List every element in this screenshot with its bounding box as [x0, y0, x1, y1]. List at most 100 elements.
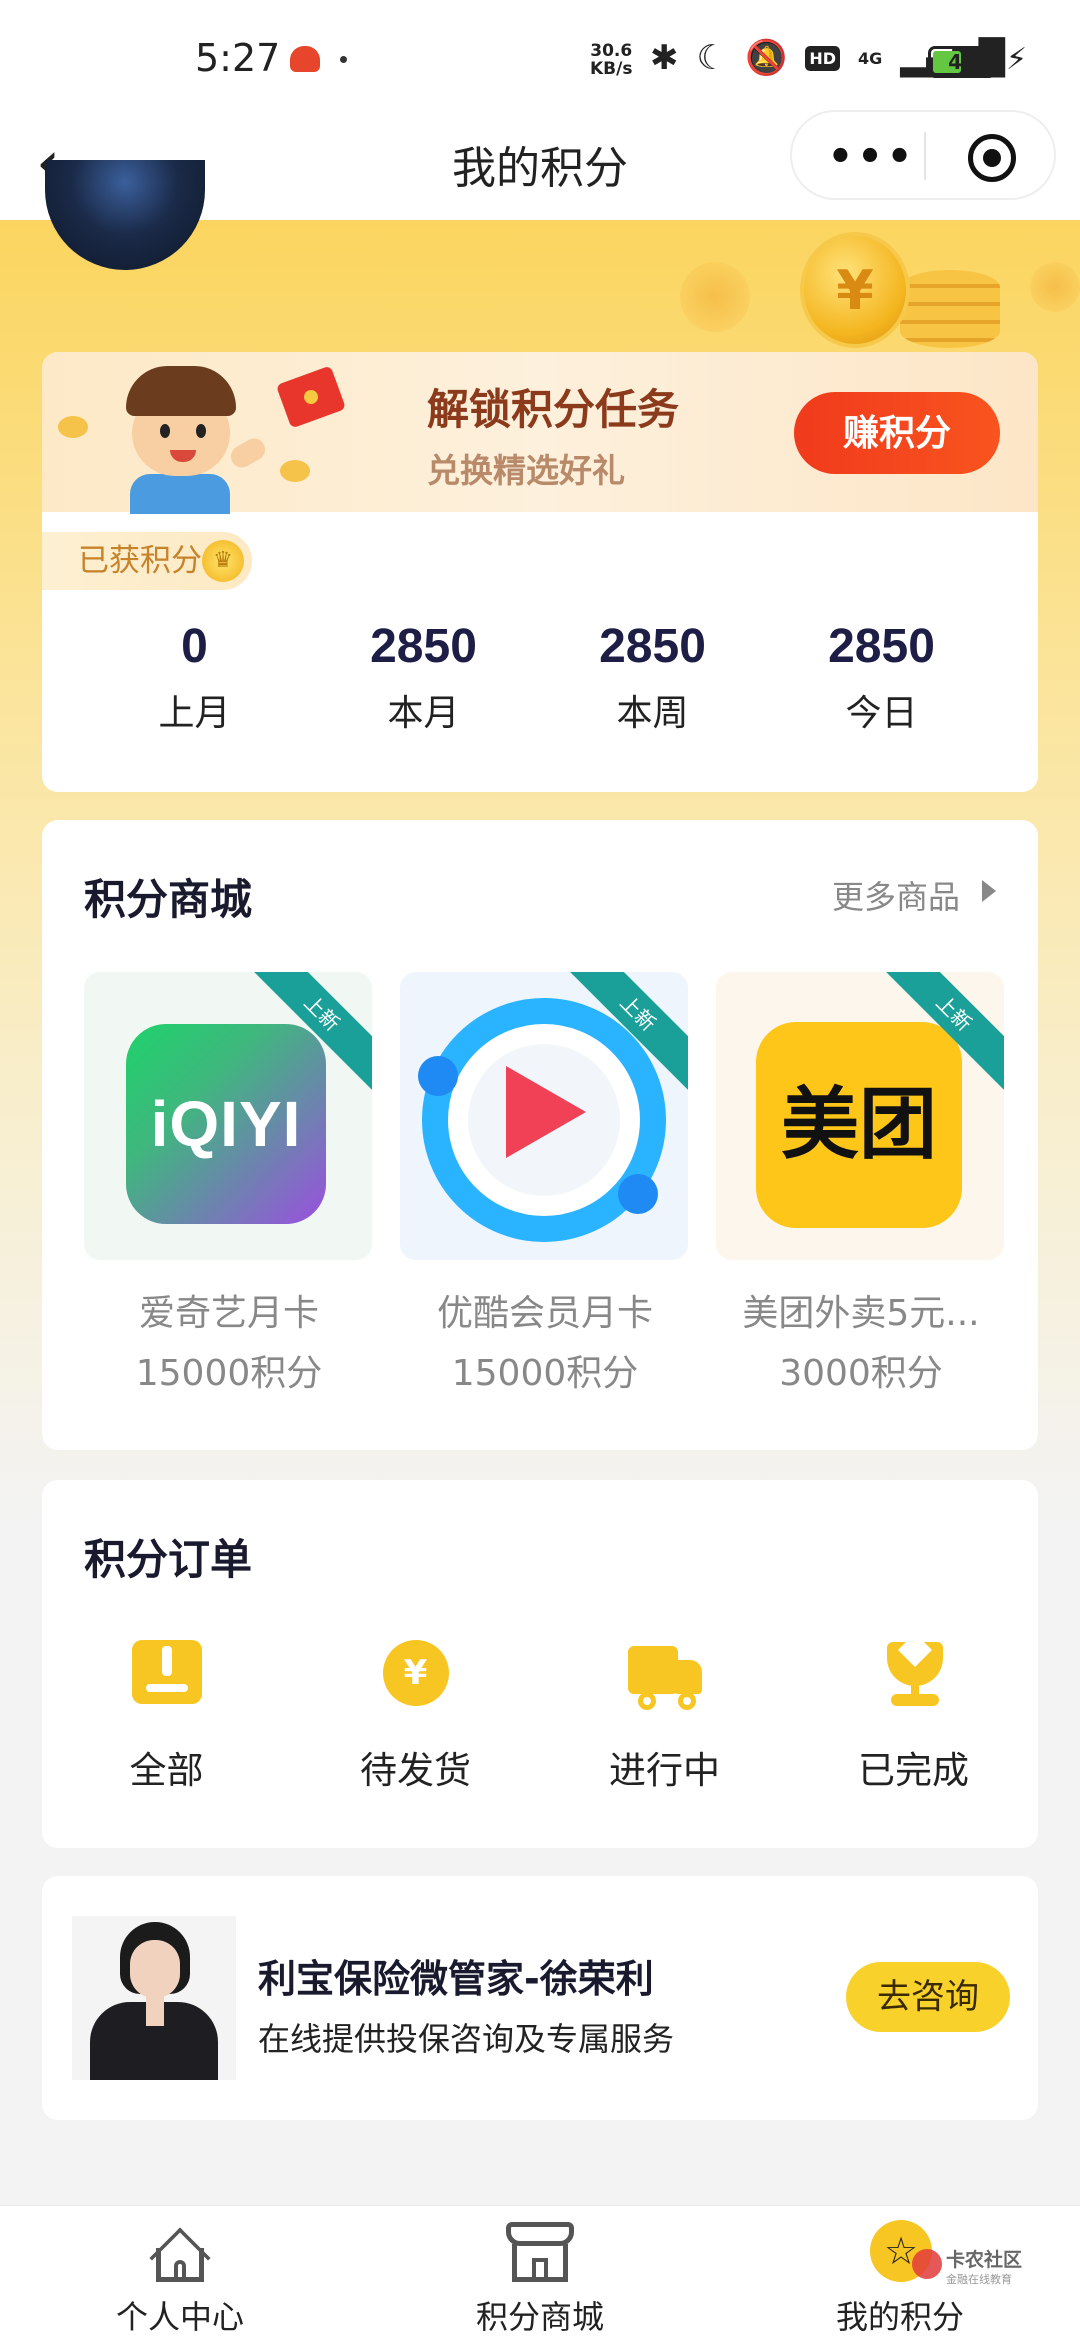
coin-decoration — [1030, 262, 1080, 312]
order-in-progress[interactable]: 进行中 — [540, 1640, 789, 1820]
order-label: 全部 — [129, 1749, 204, 1792]
stat-value: 2850 — [828, 620, 935, 673]
network-speed-value: 30.6 — [590, 41, 633, 61]
advisor-name: 利宝保险微管家-徐荣利 — [258, 1957, 654, 2001]
truck-icon — [627, 1640, 702, 1710]
more-options-button[interactable]: ••• — [822, 130, 922, 184]
bluetooth-icon: ✱ — [650, 38, 679, 78]
youku-logo-icon — [418, 998, 666, 1242]
product-name: 优酷会员月卡 — [436, 1293, 653, 1334]
stat-value: 2850 — [599, 620, 706, 673]
order-all[interactable]: 全部 — [42, 1640, 291, 1820]
status-bar: 5:27 30.6 KB/s ✱ ☾ 🔕 HD 4G ▂▄▆█ 48 ⚡ — [0, 0, 1080, 110]
points-stats: 0 上月 2850 本月 2850 本周 2850 今日 — [42, 617, 1038, 757]
stat-last-month: 0 上月 — [80, 617, 309, 757]
meituan-logo-icon: 美团 — [756, 1022, 962, 1228]
order-pending-shipment[interactable]: ¥ 待发货 — [291, 1640, 540, 1820]
product-youku[interactable]: 上新 优酷会员月卡 15000积分 — [400, 972, 690, 1422]
consult-button[interactable]: 去咨询 — [846, 1962, 1010, 2032]
capsule-divider — [924, 132, 926, 180]
watermark-subtitle: 金融在线教育 — [946, 2273, 1012, 2286]
chevron-right-icon[interactable] — [982, 880, 996, 902]
miniprogram-capsule: ••• — [790, 110, 1056, 200]
boy-body — [130, 474, 230, 514]
tab-personal-center[interactable]: 个人中心 — [60, 2206, 300, 2340]
product-meituan[interactable]: 美团 上新 美团外卖5元... 3000积分 — [716, 972, 1006, 1422]
tulip-leaf — [890, 1694, 939, 1706]
shop-door — [532, 2258, 548, 2282]
earn-points-button[interactable]: 赚积分 — [794, 392, 1000, 474]
tab-points-mall[interactable]: 积分商城 — [420, 2206, 660, 2340]
stat-today: 2850 今日 — [767, 617, 996, 757]
orders-title: 积分订单 — [84, 1535, 253, 1584]
earned-points-label-text: 已获积分 — [78, 543, 202, 579]
shop-awning — [506, 2222, 574, 2246]
tulip-flower — [886, 1642, 943, 1686]
points-orders-card: 积分订单 全部 ¥ 待发货 进行中 已完成 — [42, 1480, 1038, 1848]
advisor-card: 利宝保险微管家-徐荣利 在线提供投保咨询及专属服务 去咨询 — [42, 1876, 1038, 2120]
charging-icon: ⚡ — [1006, 42, 1028, 77]
points-mall-card: 积分商城 更多商品 iQIYI 上新 爱奇艺月卡 15000积分 上新 优酷会员… — [42, 820, 1038, 1450]
task-banner[interactable]: 解锁积分任务 兑换精选好礼 赚积分 — [42, 352, 1038, 514]
stat-value: 0 — [181, 620, 208, 673]
battery-icon: 48 — [928, 46, 996, 78]
notification-app-icon — [290, 46, 320, 72]
network-speed: 30.6 KB/s — [590, 42, 632, 78]
truck-wheel — [677, 1692, 696, 1710]
stat-label: 今日 — [845, 693, 918, 734]
coin-decoration — [58, 416, 88, 438]
boy-eye — [160, 424, 170, 438]
product-image[interactable]: 上新 — [400, 972, 688, 1260]
yen-coin-icon: ¥ — [800, 232, 910, 348]
network-speed-unit: KB/s — [590, 59, 633, 79]
stat-this-week: 2850 本周 — [538, 617, 767, 757]
mall-title: 积分商城 — [84, 875, 253, 924]
task-subtitle: 兑换精选好礼 — [427, 451, 625, 490]
order-completed[interactable]: 已完成 — [789, 1640, 1038, 1820]
close-miniprogram-button[interactable] — [968, 134, 1016, 182]
battery-tip — [998, 55, 1003, 69]
truck-cab — [673, 1660, 702, 1694]
battery-level: 48 — [948, 50, 976, 74]
crown-coin-icon: ♛ — [202, 540, 244, 582]
boy-hand — [226, 434, 270, 472]
mute-icon: 🔕 — [744, 38, 788, 78]
product-iqiyi[interactable]: iQIYI 上新 爱奇艺月卡 15000积分 — [84, 972, 374, 1422]
youku-logo-dot — [418, 1056, 458, 1096]
cartoon-boy-illustration — [112, 366, 282, 514]
tulip-icon — [877, 1640, 951, 1710]
product-image[interactable]: iQIYI 上新 — [84, 972, 372, 1260]
coin-decoration — [280, 460, 310, 482]
red-envelope-icon — [275, 365, 347, 429]
earned-points-label: 已获积分 ♛ — [42, 532, 252, 590]
points-card: 解锁积分任务 兑换精选好礼 赚积分 已获积分 ♛ 0 上月 2850 本月 28… — [42, 352, 1038, 792]
notification-dot-icon — [340, 56, 347, 63]
product-price: 15000积分 — [135, 1353, 323, 1394]
product-image[interactable]: 美团 上新 — [716, 972, 1004, 1260]
advisor-photo — [72, 1916, 236, 2080]
tab-label: 个人中心 — [115, 2298, 244, 2336]
home-icon — [146, 2220, 214, 2289]
photo-face — [130, 1940, 180, 1998]
watermark-logo-icon — [912, 2249, 942, 2279]
product-price: 3000积分 — [779, 1353, 943, 1394]
community-watermark: 卡农社区 金融在线教育 — [912, 2245, 1062, 2295]
stat-this-month: 2850 本月 — [309, 617, 538, 757]
more-products-link[interactable]: 更多商品 — [832, 872, 960, 918]
boy-hair — [126, 366, 236, 416]
alert-box-shape — [131, 1640, 202, 1704]
youku-logo-dot — [618, 1174, 658, 1214]
watermark-title: 卡农社区 — [946, 2249, 1023, 2271]
stat-label: 本周 — [616, 693, 689, 734]
truck-body — [627, 1646, 678, 1694]
stat-value: 2850 — [370, 620, 477, 673]
shop-icon — [506, 2222, 574, 2282]
status-time: 5:27 — [195, 36, 281, 80]
task-title: 解锁积分任务 — [427, 385, 680, 434]
tab-label: 我的积分 — [835, 2298, 964, 2336]
product-name: 爱奇艺月卡 — [138, 1293, 319, 1334]
boy-eye — [196, 424, 206, 438]
home-door — [174, 2260, 186, 2282]
tab-label: 积分商城 — [475, 2298, 604, 2336]
product-name: 美团外卖5元... — [742, 1293, 980, 1334]
